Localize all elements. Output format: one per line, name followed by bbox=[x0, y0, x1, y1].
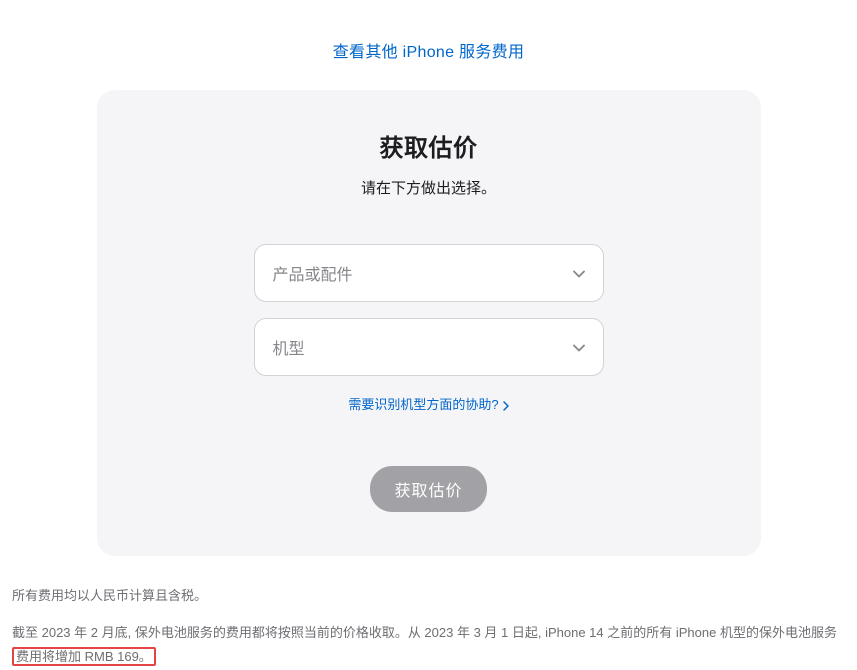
top-link-container: 查看其他 iPhone 服务费用 bbox=[0, 0, 857, 90]
price-increase-highlight: 费用将增加 RMB 169。 bbox=[12, 647, 156, 666]
other-service-fees-link[interactable]: 查看其他 iPhone 服务费用 bbox=[333, 44, 525, 61]
footnotes: 所有费用均以人民币计算且含税。 截至 2023 年 2 月底, 保外电池服务的费… bbox=[0, 556, 857, 670]
help-link-container: 需要识别机型方面的协助? bbox=[254, 394, 604, 414]
footnote-line-1: 所有费用均以人民币计算且含税。 bbox=[12, 584, 845, 609]
chevron-down-icon bbox=[573, 267, 585, 279]
model-select[interactable]: 机型 bbox=[254, 318, 604, 376]
product-select[interactable]: 产品或配件 bbox=[254, 244, 604, 302]
footnote-line-2-text: 截至 2023 年 2 月底, 保外电池服务的费用都将按照当前的价格收取。从 2… bbox=[12, 625, 837, 640]
form-wrapper: 产品或配件 机型 需要识别机型方面的协助? 获取估价 bbox=[254, 244, 604, 512]
card-title: 获取估价 bbox=[137, 128, 721, 163]
model-select-placeholder: 机型 bbox=[273, 335, 305, 359]
card-subtitle: 请在下方做出选择。 bbox=[137, 177, 721, 198]
product-select-placeholder: 产品或配件 bbox=[273, 261, 353, 285]
chevron-right-icon bbox=[503, 399, 509, 409]
help-link-label: 需要识别机型方面的协助? bbox=[348, 394, 498, 413]
get-estimate-button[interactable]: 获取估价 bbox=[370, 466, 486, 512]
chevron-down-icon bbox=[573, 341, 585, 353]
identify-model-help-link[interactable]: 需要识别机型方面的协助? bbox=[348, 394, 508, 413]
estimate-card: 获取估价 请在下方做出选择。 产品或配件 机型 需要识别机型方面的协助? 获取估… bbox=[97, 90, 761, 556]
